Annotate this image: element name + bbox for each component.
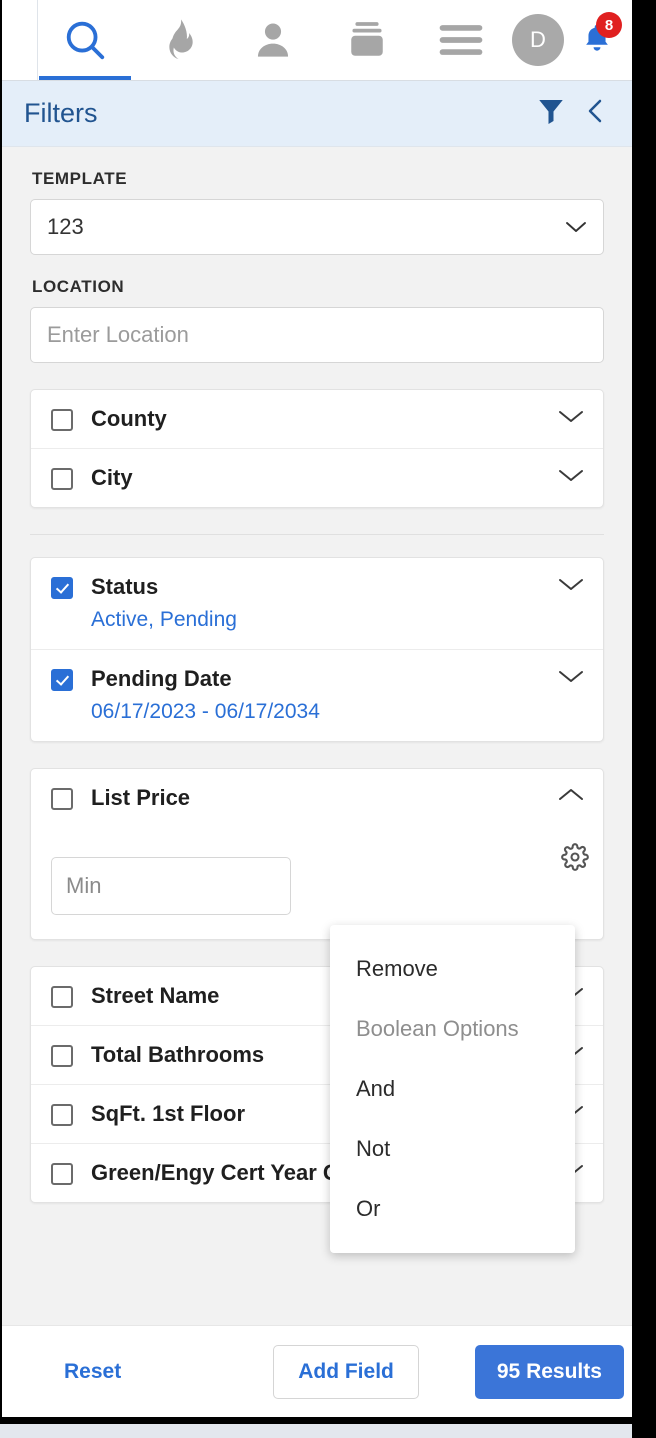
- cards-icon: [346, 19, 388, 61]
- page-background-strip: [0, 1424, 632, 1438]
- nav-tab-menu[interactable]: [414, 0, 508, 80]
- flame-icon: [159, 18, 199, 62]
- avatar[interactable]: D: [512, 14, 564, 66]
- menu-item-and[interactable]: And: [330, 1059, 575, 1119]
- field-options-context-menu: Remove Boolean Options And Not Or: [330, 925, 575, 1253]
- filter-row-list-price[interactable]: List Price: [31, 769, 603, 827]
- hamburger-menu-icon: [439, 24, 483, 56]
- chevron-left-icon[interactable]: [582, 96, 608, 131]
- filter-row-county[interactable]: County: [31, 390, 603, 449]
- gear-icon[interactable]: [561, 843, 589, 876]
- chevron-down-icon: [565, 214, 587, 240]
- add-field-button[interactable]: Add Field: [273, 1344, 419, 1399]
- status-filter-group: Status Active, Pending Pending Date 06/1…: [30, 557, 604, 742]
- menu-item-boolean-options: Boolean Options: [356, 1016, 519, 1041]
- top-navigation-bar: D 8: [2, 0, 632, 81]
- funnel-icon[interactable]: [536, 96, 566, 131]
- checkbox-list-price[interactable]: [51, 788, 73, 810]
- chevron-up-icon[interactable]: [557, 787, 585, 808]
- group-divider: [30, 534, 604, 535]
- filter-value: Active, Pending: [91, 608, 237, 631]
- filter-title: Status: [91, 574, 159, 599]
- location-filter-group: County City: [30, 389, 604, 508]
- filter-value: 06/17/2023 - 06/17/2034: [91, 700, 320, 723]
- menu-item-or[interactable]: Or: [330, 1179, 575, 1239]
- checkbox-street-name[interactable]: [51, 986, 73, 1008]
- checkbox-status[interactable]: [51, 577, 73, 599]
- phone-frame: D 8 Filters TEMPLATE 123 LOCATION Enter …: [2, 0, 632, 1420]
- chevron-down-icon[interactable]: [557, 408, 585, 429]
- menu-item-not[interactable]: Not: [330, 1119, 575, 1179]
- user-avatar-area: D 8: [508, 0, 622, 80]
- results-button[interactable]: 95 Results: [474, 1344, 624, 1399]
- template-label: TEMPLATE: [32, 169, 128, 188]
- page-title: Filters: [24, 98, 98, 128]
- filter-title: City: [91, 465, 133, 490]
- nav-tab-listings[interactable]: [320, 0, 414, 80]
- search-icon: [62, 17, 108, 63]
- notification-badge: 8: [596, 12, 622, 38]
- checkbox-city[interactable]: [51, 468, 73, 490]
- chevron-down-icon[interactable]: [557, 668, 585, 689]
- chevron-down-icon[interactable]: [557, 467, 585, 488]
- filter-title: List Price: [91, 785, 191, 810]
- filter-title: County: [91, 406, 167, 431]
- filter-title: Pending Date: [91, 666, 232, 691]
- template-select[interactable]: 123: [30, 199, 604, 255]
- template-select-value: 123: [47, 214, 84, 239]
- nav-tab-search[interactable]: [38, 0, 132, 80]
- min-placeholder: Min: [66, 873, 102, 898]
- notifications-button[interactable]: 8: [580, 12, 622, 66]
- checkbox-green-energy-cert-year[interactable]: [51, 1163, 73, 1185]
- location-label: LOCATION: [32, 277, 125, 296]
- menu-item-remove[interactable]: Remove: [330, 939, 575, 999]
- person-icon: [252, 19, 294, 61]
- nav-tab-contacts[interactable]: [226, 0, 320, 80]
- filter-row-status[interactable]: Status Active, Pending: [31, 558, 603, 650]
- frame-bottom-border: [2, 1417, 632, 1420]
- location-input[interactable]: Enter Location: [30, 307, 604, 363]
- filter-row-pending-date[interactable]: Pending Date 06/17/2023 - 06/17/2034: [31, 650, 603, 741]
- filters-header: Filters: [2, 81, 632, 147]
- list-price-filter-card: List Price Min: [30, 768, 604, 940]
- list-price-min-input[interactable]: Min: [51, 857, 291, 915]
- location-placeholder: Enter Location: [47, 322, 189, 347]
- nav-tab-hotsheet[interactable]: [132, 0, 226, 80]
- checkbox-pending-date[interactable]: [51, 669, 73, 691]
- chevron-down-icon[interactable]: [557, 576, 585, 597]
- checkbox-total-bathrooms[interactable]: [51, 1045, 73, 1067]
- checkbox-sqft-1st-floor[interactable]: [51, 1104, 73, 1126]
- checkbox-county[interactable]: [51, 409, 73, 431]
- filter-row-city[interactable]: City: [31, 449, 603, 507]
- filters-action-bar: Reset Add Field 95 Results: [2, 1325, 632, 1417]
- reset-button[interactable]: Reset: [64, 1360, 121, 1384]
